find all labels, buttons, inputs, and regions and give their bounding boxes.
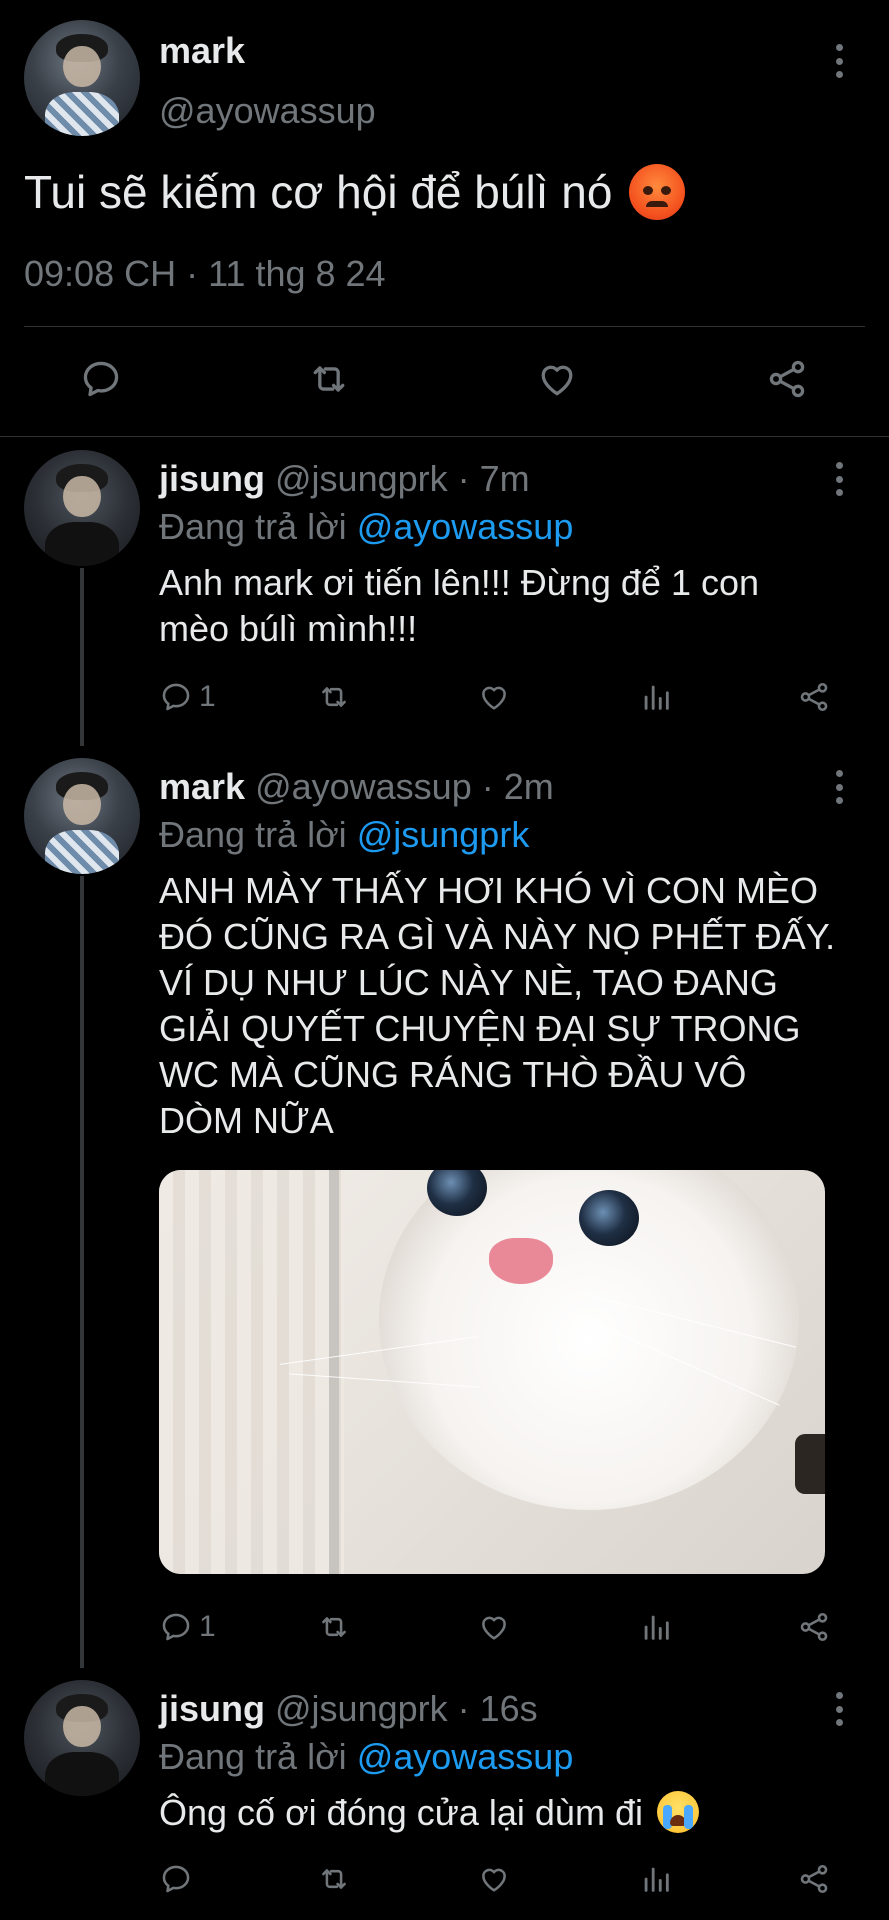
author-name[interactable]: mark — [159, 766, 245, 807]
more-options-icon[interactable] — [829, 44, 849, 78]
reply-icon — [162, 683, 190, 711]
share-icon — [800, 1864, 828, 1894]
author-name[interactable]: mark — [159, 30, 245, 72]
share-button[interactable] — [797, 1610, 831, 1644]
like-button[interactable] — [477, 1610, 511, 1644]
reply-tweet[interactable]: jisung @jsungprk · 16s Đang trả lời @ayo… — [0, 1680, 889, 1920]
thread-line — [80, 876, 84, 1668]
author-name[interactable]: jisung — [159, 458, 265, 499]
replying-to: Đang trả lời @ayowassup — [159, 1736, 574, 1777]
reply-icon — [162, 1613, 190, 1641]
share-icon — [769, 360, 805, 398]
retweet-icon — [322, 1869, 346, 1889]
tweet-text: Tui sẽ kiếm cơ hội để búlì nó — [24, 163, 686, 220]
retweet-button[interactable] — [316, 1610, 352, 1644]
retweet-icon — [313, 366, 345, 392]
more-options-icon[interactable] — [829, 462, 849, 496]
mention-link[interactable]: @ayowassup — [357, 1736, 574, 1777]
author-handle[interactable]: @ayowassup — [159, 90, 376, 132]
analytics-icon — [644, 685, 669, 710]
tweet-text: Ông cố ơi đóng cửa lại dùm đi — [159, 1790, 859, 1836]
tweet-thread-screen: mark @ayowassup Tui sẽ kiếm cơ hội để bú… — [0, 0, 889, 1920]
analytics-button[interactable] — [639, 1610, 673, 1644]
like-icon — [482, 1868, 506, 1892]
like-icon — [541, 365, 573, 396]
thread-line — [80, 568, 84, 746]
avatar[interactable] — [24, 1680, 140, 1796]
analytics-button[interactable] — [639, 680, 673, 714]
tweet-text: ANH MÀY THẤY HƠI KHÓ VÌ CON MÈO ĐÓ CŨNG … — [159, 870, 836, 1141]
author-meta: @jsungprk · 16s — [275, 1688, 538, 1729]
tweet-actions — [0, 345, 889, 415]
share-button[interactable] — [797, 680, 831, 714]
share-icon — [800, 1612, 828, 1642]
mention-link[interactable]: @jsungprk — [357, 814, 530, 855]
like-icon — [482, 1616, 506, 1640]
author-meta: @jsungprk · 7m — [275, 458, 530, 499]
reply-header: jisung @jsungprk · 16s — [159, 1688, 538, 1730]
retweet-button[interactable] — [316, 680, 352, 714]
cat-photo[interactable] — [159, 1170, 825, 1574]
tweet-text: Anh mark ơi tiến lên!!! Đừng để 1 con mè… — [159, 562, 760, 649]
avatar[interactable] — [24, 758, 140, 874]
share-button[interactable] — [797, 1862, 831, 1896]
avatar[interactable] — [24, 20, 140, 136]
more-options-icon[interactable] — [829, 770, 849, 804]
author-name[interactable]: jisung — [159, 1688, 265, 1729]
tweet-timestamp: 09:08 CH · 11 thg 8 24 — [24, 253, 386, 294]
retweet-icon — [322, 1617, 346, 1637]
crying-face-emoji-icon — [656, 1791, 699, 1834]
like-icon — [482, 686, 506, 710]
divider — [0, 436, 889, 437]
reply-button[interactable] — [159, 1862, 193, 1896]
reply-tweet[interactable]: mark @ayowassup · 2m Đang trả lời @jsung… — [0, 758, 889, 1678]
reply-header: jisung @jsungprk · 7m — [159, 458, 530, 500]
more-options-icon[interactable] — [829, 1692, 849, 1726]
reply-button[interactable]: 1 — [159, 680, 216, 714]
reply-count: 1 — [199, 1610, 216, 1643]
author-meta: @ayowassup · 2m — [255, 766, 554, 807]
main-tweet: mark @ayowassup Tui sẽ kiếm cơ hội để bú… — [0, 0, 889, 437]
replying-to: Đang trả lời @ayowassup — [159, 506, 574, 547]
divider — [24, 326, 865, 327]
reply-icon — [83, 361, 119, 397]
reply-count: 1 — [199, 680, 216, 713]
angry-face-emoji-icon — [629, 163, 686, 220]
like-button[interactable] — [477, 680, 511, 714]
reply-header: mark @ayowassup · 2m — [159, 766, 554, 808]
reply-tweet[interactable]: jisung @jsungprk · 7m Đang trả lời @ayow… — [0, 450, 889, 750]
like-button[interactable] — [477, 1862, 511, 1896]
retweet-button[interactable] — [316, 1862, 352, 1896]
retweet-button[interactable] — [306, 357, 352, 401]
replying-to: Đang trả lời @jsungprk — [159, 814, 530, 855]
retweet-icon — [322, 687, 346, 707]
avatar[interactable] — [24, 450, 140, 566]
analytics-icon — [644, 1867, 669, 1892]
share-icon — [800, 682, 828, 712]
reply-button[interactable] — [79, 357, 123, 401]
mention-link[interactable]: @ayowassup — [357, 506, 574, 547]
share-button[interactable] — [765, 357, 809, 401]
reply-icon — [162, 1865, 190, 1893]
analytics-icon — [644, 1615, 669, 1640]
analytics-button[interactable] — [639, 1862, 673, 1896]
reply-button[interactable]: 1 — [159, 1610, 216, 1644]
like-button[interactable] — [535, 357, 579, 401]
